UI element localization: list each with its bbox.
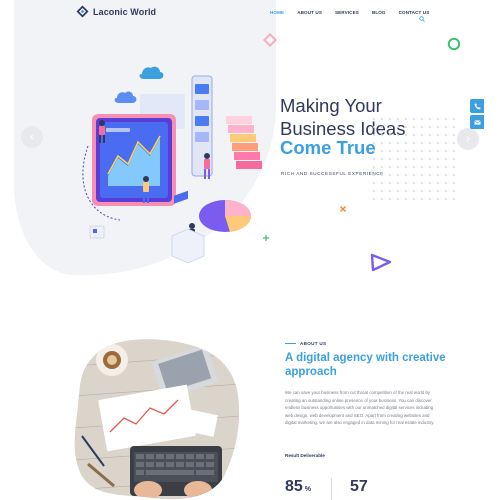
search-icon[interactable] [419,9,425,22]
hero-subtitle: RICH AND SUCCESSFUL EXPERIENCE [281,171,384,176]
hero-title-line-1: Making Your [280,95,382,116]
pink-square-shape [262,32,278,48]
side-phone-button[interactable] [470,99,484,113]
stat-value: 57 [350,478,368,495]
nav-services[interactable]: SERVICES [335,10,359,15]
site-header: Laconic World HOME ABOUT US SERVICES BLO… [0,0,500,26]
result-deliverable-label: Result Deliverable [285,453,325,458]
mail-icon [473,113,481,131]
chevron-right-icon [465,135,471,144]
dot-pattern [370,115,456,205]
purple-triangle-shape [370,253,392,272]
slider-prev-button[interactable] [21,126,43,148]
stat-value: 85 [285,478,303,495]
about-description: We can save your business from cut throa… [285,390,435,426]
stat-percentage: 85% [285,478,311,496]
nav-about-us[interactable]: ABOUT US [297,10,322,15]
nav-home[interactable]: HOME [270,10,284,15]
cloud-icon [114,91,137,103]
orange-cross-shape [340,206,346,212]
about-photo [74,339,240,500]
side-mail-button[interactable] [470,115,484,129]
about-label: ABOUT US [300,341,327,346]
slider-next-button[interactable] [457,128,479,150]
chevron-left-icon [29,133,35,142]
stat-count: 57 [350,478,368,496]
green-circle-shape [447,37,461,51]
hero-illustration [82,66,262,264]
main-nav: HOME ABOUT US SERVICES BLOG CONTACT US [270,10,442,15]
stat-divider [331,478,332,500]
about-title: A digital agency with creative approach [285,352,446,378]
diamond-logo-icon [76,5,89,18]
hero-title-accent: Come True [280,137,376,158]
cloud-icon [139,66,164,79]
brand-name: Laconic World [93,6,157,17]
logo[interactable]: Laconic World [76,5,156,18]
nav-blog[interactable]: BLOG [372,10,386,15]
about-label-line [285,343,296,344]
stat-unit: % [304,486,312,493]
